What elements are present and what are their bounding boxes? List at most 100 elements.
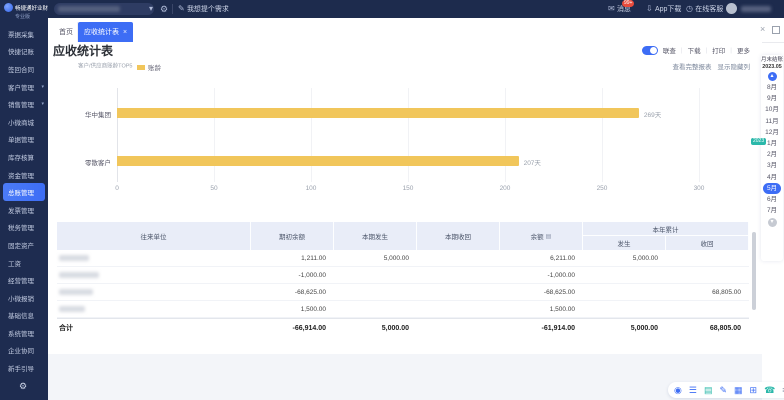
sidebar-item-16[interactable]: 基础信息 [0, 307, 48, 325]
month-item-11月[interactable]: 11月 [761, 116, 783, 127]
tab-active-receivables[interactable]: 应收统计表 × [78, 22, 133, 42]
sidebar-item-11[interactable]: 税务管理 [0, 219, 48, 237]
sidebar-item-label: 固定资产 [8, 240, 34, 250]
dock-edit-icon[interactable]: ✎ [719, 382, 727, 398]
settings-gear-icon[interactable]: ⚙ [160, 0, 168, 18]
search-query-blurred [58, 6, 120, 12]
table-cell: -66,914.00 [251, 325, 334, 332]
table-cell: 5,000.00 [334, 255, 417, 262]
month-item-2月[interactable]: 2月 [761, 149, 783, 160]
sidebar-item-label: 快捷记账 [8, 46, 34, 56]
table-header-cell: 发生 [583, 236, 666, 250]
sidebar-item-3[interactable]: 客户管理 ▾ [0, 78, 48, 96]
month-nav-up-icon[interactable]: ▴ [768, 72, 777, 81]
month-item-8月[interactable]: 8月 [761, 82, 783, 93]
sidebar-item-label: 销售管理 [8, 99, 34, 109]
table-header-cell: 收回 [666, 236, 749, 250]
sidebar-menu: 票据采集快捷记账签回合同客户管理 ▾ 销售管理▾小微商城单据管理库存核算资金管理总账… [0, 25, 48, 377]
app-window: ▾ ⚙ ✎ 我想提个需求 ✉ 消息 99+ ⇩ App下载 ◷ 在线客服 畅捷通… [0, 0, 784, 400]
sidebar-item-15[interactable]: 小微报销 [0, 289, 48, 307]
month-item-7月[interactable]: 7月 [761, 205, 783, 216]
window-close-icon[interactable]: × [760, 24, 765, 34]
print-button[interactable]: 打印 [712, 45, 725, 55]
sidebar-item-9[interactable]: 总账管理 [3, 183, 45, 201]
linkage-toggle[interactable] [642, 46, 658, 55]
feedback-button[interactable]: ✎ 我想提个需求 [178, 0, 229, 19]
sidebar-item-label: 基础信息 [8, 310, 34, 320]
toolbar-separator: | [706, 47, 708, 54]
tab-close-icon[interactable]: × [123, 29, 127, 36]
table-cell: 1,500.00 [251, 306, 334, 313]
sidebar-item-17[interactable]: 系统管理 [0, 324, 48, 342]
page-title: 应收统计表 [53, 42, 113, 59]
year-badge: 2023 [751, 138, 766, 145]
sidebar-item-12[interactable]: 固定资产 [0, 236, 48, 254]
sidebar-item-1[interactable]: 快捷记账 [0, 43, 48, 61]
sidebar-item-label: 新手引导 [8, 363, 34, 373]
month-item-4月[interactable]: 4月 [761, 172, 783, 183]
sidebar-item-6[interactable]: 单据管理 [0, 131, 48, 149]
online-service-icon: ◷ [686, 4, 695, 13]
dock-monitor-icon[interactable]: ▤ [704, 382, 713, 398]
tab-bar [48, 18, 784, 43]
month-item-10月[interactable]: 10月 [761, 104, 783, 115]
sidebar-item-8[interactable]: 资金管理 [0, 166, 48, 184]
top-bar: ▾ ⚙ ✎ 我想提个需求 ✉ 消息 99+ ⇩ App下载 ◷ 在线客服 [0, 0, 784, 18]
customer-name-blurred [59, 306, 85, 312]
month-nav-down-icon[interactable]: ▾ [768, 218, 777, 227]
sidebar-settings-gear-icon[interactable]: ⚙ [19, 381, 27, 392]
sidebar-item-0[interactable]: 票据采集 [0, 25, 48, 43]
month-item-9月[interactable]: 9月 [761, 93, 783, 104]
dock-list-icon[interactable]: ☰ [689, 382, 697, 398]
avatar[interactable] [726, 3, 737, 14]
table-cell: 68,805.00 [666, 289, 749, 296]
search-caret-icon[interactable]: ▾ [149, 0, 153, 18]
sidebar-item-2[interactable]: 签回合同 [0, 60, 48, 78]
topbar-divider [172, 4, 173, 14]
month-item-3月[interactable]: 3月 [761, 160, 783, 171]
sidebar-item-label: 资金管理 [8, 170, 34, 180]
table-cell: 1,500.00 [500, 306, 583, 313]
table-scrollbar[interactable] [752, 232, 756, 310]
sidebar-item-5[interactable]: 小微商城 [0, 113, 48, 131]
sidebar-item-19[interactable]: 新手引导 [0, 359, 48, 377]
sidebar-item-14[interactable]: 经营管理 [0, 271, 48, 289]
balance-filter-icon[interactable]: ▤ [546, 233, 552, 240]
chevron-down-icon: ▾ [41, 84, 44, 90]
linkage-toggle-label: 联查 [663, 45, 676, 55]
sidebar-item-18[interactable]: 企业协同 [0, 342, 48, 360]
sidebar-item-label: 单据管理 [8, 134, 34, 144]
table-cell: -68,625.00 [251, 289, 334, 296]
sidebar-item-10[interactable]: 发票管理 [0, 201, 48, 219]
month-list: 8月9月10月11月12月20231月2月3月4月5月6月7月 [761, 82, 783, 216]
sidebar-item-7[interactable]: 库存核算 [0, 148, 48, 166]
online-service-button[interactable]: ◷ 在线客服 [686, 0, 723, 19]
show-hide-columns-link[interactable]: 显示隐藏列 [718, 61, 751, 71]
sidebar-item-13[interactable]: 工资 [0, 254, 48, 272]
global-search-input[interactable] [54, 3, 154, 15]
dock-phone-icon[interactable]: ☎ [764, 382, 775, 398]
view-full-report-link[interactable]: 查看完整报表 [673, 61, 712, 71]
window-fullscreen-icon[interactable] [772, 26, 780, 34]
table-header-cell: 期初余额 [251, 222, 334, 250]
app-download-button[interactable]: ⇩ App下载 [646, 0, 681, 19]
sidebar-item-label: 客户管理 [8, 82, 34, 92]
dock-report-icon[interactable]: ▦ [734, 382, 743, 398]
sidebar-item-label: 工资 [8, 258, 21, 268]
more-button[interactable]: 更多 [737, 45, 750, 55]
download-button[interactable]: 下载 [688, 45, 701, 55]
month-item-6月[interactable]: 6月 [761, 194, 783, 205]
tab-home[interactable]: 首页 [55, 22, 78, 42]
table-header-cell: 本期收回 [417, 222, 500, 250]
sidebar-item-4[interactable]: 销售管理▾ [0, 95, 48, 113]
dock-grid-icon[interactable]: ⊞ [750, 382, 758, 398]
month-close-panel: 月末结账 2023.05 ▴ 8月9月10月11月12月20231月2月3月4月… [761, 55, 783, 261]
table-header-cell: 本期发生 [334, 222, 417, 250]
tab-active-label: 应收统计表 [84, 27, 119, 37]
app-logo: 畅捷通好业财 专业版 [0, 0, 48, 22]
sidebar-item-label: 小微报销 [8, 293, 34, 303]
dock-user-circle-icon[interactable]: ◉ [674, 382, 682, 398]
month-item-5月[interactable]: 5月 [763, 183, 781, 194]
month-item-12月[interactable]: 12月 [761, 127, 783, 138]
bottom-strip [48, 354, 762, 400]
